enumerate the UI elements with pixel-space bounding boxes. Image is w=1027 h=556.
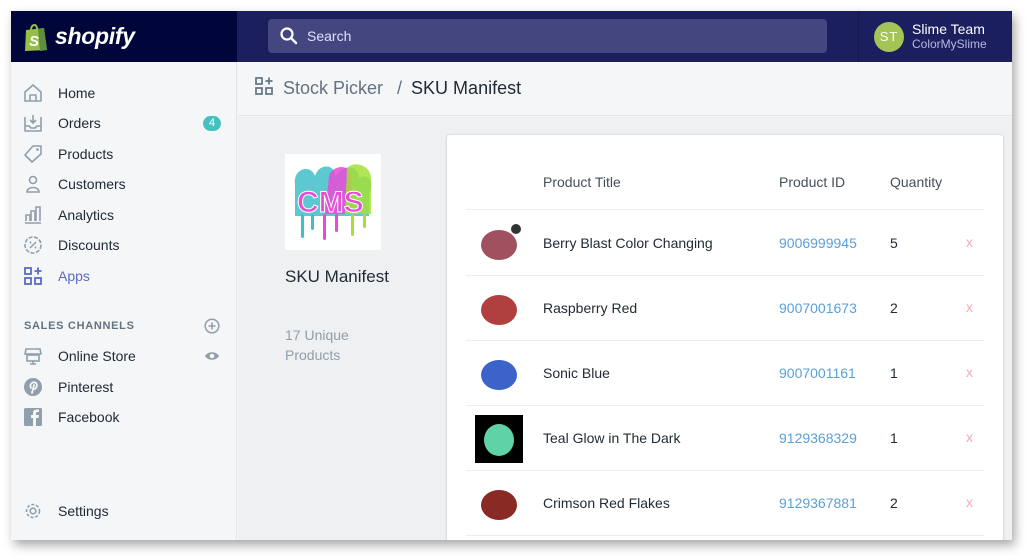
manifest-title: SKU Manifest (285, 267, 389, 286)
sidebar-item-home[interactable]: Home (11, 78, 237, 108)
product-quantity: 5 (890, 235, 898, 251)
sales-channels-heading: SALES CHANNELS (24, 320, 135, 332)
sidebar-item-pinterest[interactable]: Pinterest (11, 372, 237, 402)
sidebar-item-label: Apps (58, 268, 90, 284)
product-quantity: 1 (890, 430, 898, 446)
sidebar-item-label: Customers (58, 176, 126, 192)
page-title: SKU Manifest (411, 78, 522, 98)
sidebar-item-settings[interactable]: Settings (11, 496, 237, 526)
discount-icon (23, 235, 43, 255)
shopify-bag-icon: S (23, 22, 49, 52)
remove-item-button[interactable]: x (966, 234, 973, 250)
search-input[interactable]: Search (268, 19, 827, 53)
gear-icon (23, 501, 43, 521)
analytics-icon (23, 205, 43, 225)
sidebar-item-label: Orders (58, 115, 101, 131)
product-quantity: 1 (890, 365, 898, 381)
column-header-product-id: Product ID (779, 174, 846, 190)
tag-icon (23, 144, 43, 164)
column-header-title: Product Title (543, 174, 621, 190)
sidebar-item-label: Home (58, 85, 96, 101)
search-placeholder: Search (307, 28, 352, 44)
manifest-summary: CMS SKU Manifest 17 Unique Products (285, 154, 425, 365)
product-title: Raspberry Red (543, 300, 638, 316)
sku-table-card: Product Title Product ID Quantity Berry … (447, 135, 1003, 540)
content-area: CMS SKU Manifest 17 Unique Products Prod… (238, 117, 1012, 540)
sidebar-item-label: Pinterest (58, 379, 114, 395)
shopify-logo[interactable]: S shopify (11, 11, 237, 62)
add-sales-channel-icon[interactable] (204, 318, 220, 339)
sidebar-item-label: Products (58, 146, 114, 162)
avatar: ST (874, 21, 904, 52)
pinterest-icon (23, 377, 43, 397)
apps-icon (254, 76, 274, 101)
sidebar-item-label: Online Store (58, 348, 136, 364)
table-row: Raspberry Red 9007001673 2 x (466, 276, 984, 341)
remove-item-button[interactable]: x (966, 429, 973, 445)
column-header-quantity: Quantity (890, 174, 943, 190)
table-header: Product Title Product ID Quantity (466, 135, 984, 210)
remove-item-button[interactable]: x (966, 364, 973, 380)
table-row: Teal Glow in The Dark 9129368329 1 x (466, 406, 984, 471)
search-icon (280, 27, 298, 45)
app-window: S shopify Search ST Slime Team ColorMySl… (11, 11, 1012, 540)
shop-name: ColorMySlime (912, 36, 987, 51)
table-row: Berry Blast Color Changing 9006999945 5 x (466, 211, 984, 276)
view-store-eye-icon[interactable] (204, 348, 220, 369)
sidebar-item-facebook[interactable]: Facebook (11, 402, 237, 432)
sidebar-item-analytics[interactable]: Analytics (11, 200, 237, 230)
facebook-icon (23, 407, 43, 427)
product-thumbnail (475, 415, 523, 463)
product-thumbnail (475, 220, 523, 268)
table-row: Sonic Blue 9007001161 1 x (466, 341, 984, 406)
store-icon (23, 346, 43, 366)
sidebar-item-orders[interactable]: Orders 4 (11, 108, 237, 138)
product-quantity: 2 (890, 495, 898, 511)
orders-icon (23, 113, 43, 133)
breadcrumb-parent-link[interactable]: Stock Picker (283, 78, 383, 99)
main-area: Stock Picker / SKU Manifest CMS SKU Mani… (238, 62, 1012, 540)
sidebar-item-label: Discounts (58, 237, 120, 253)
breadcrumb: Stock Picker / SKU Manifest (238, 62, 1012, 116)
orders-count-badge: 4 (203, 115, 221, 131)
product-id-link[interactable]: 9007001161 (779, 365, 856, 381)
product-title: Crimson Red Flakes (543, 495, 670, 511)
brand-name: shopify (55, 23, 135, 49)
user-name: Slime Team (912, 20, 985, 37)
sidebar-item-products[interactable]: Products (11, 139, 237, 169)
sidebar: Home Orders 4 Products Customers Analyti… (11, 62, 237, 540)
sidebar-item-customers[interactable]: Customers (11, 169, 237, 199)
product-id-link[interactable]: 9007001673 (779, 300, 857, 316)
product-thumbnail (475, 480, 523, 528)
sidebar-item-label: Facebook (58, 409, 120, 425)
product-thumbnail (475, 285, 523, 333)
top-bar: S shopify Search ST Slime Team ColorMySl… (11, 11, 1012, 62)
sidebar-item-discounts[interactable]: Discounts (11, 230, 237, 260)
product-id-link[interactable]: 9129367881 (779, 495, 857, 511)
remove-item-button[interactable]: x (966, 299, 973, 315)
svg-text:CMS: CMS (297, 186, 364, 219)
sidebar-item-apps[interactable]: Apps (11, 261, 237, 291)
store-logo: CMS (285, 154, 381, 250)
product-thumbnail (475, 350, 523, 398)
user-menu[interactable]: ST Slime Team ColorMySlime (858, 11, 1012, 62)
home-icon (23, 83, 43, 103)
remove-item-button[interactable]: x (966, 494, 973, 510)
sidebar-item-label: Settings (58, 503, 109, 519)
svg-text:S: S (29, 33, 39, 50)
breadcrumb-separator: / (397, 78, 403, 98)
product-id-link[interactable]: 9129368329 (779, 430, 857, 446)
product-quantity: 2 (890, 300, 898, 316)
product-title: Sonic Blue (543, 365, 610, 381)
unique-products-count: 17 Unique Products (285, 327, 349, 363)
person-icon (23, 174, 43, 194)
product-id-link[interactable]: 9006999945 (779, 235, 857, 251)
sidebar-item-online-store[interactable]: Online Store (11, 341, 237, 371)
table-row: Crimson Red Flakes 9129367881 2 x (466, 471, 984, 536)
product-title: Berry Blast Color Changing (543, 235, 713, 251)
product-title: Teal Glow in The Dark (543, 430, 681, 446)
apps-icon (23, 266, 43, 286)
sidebar-item-label: Analytics (58, 207, 115, 223)
